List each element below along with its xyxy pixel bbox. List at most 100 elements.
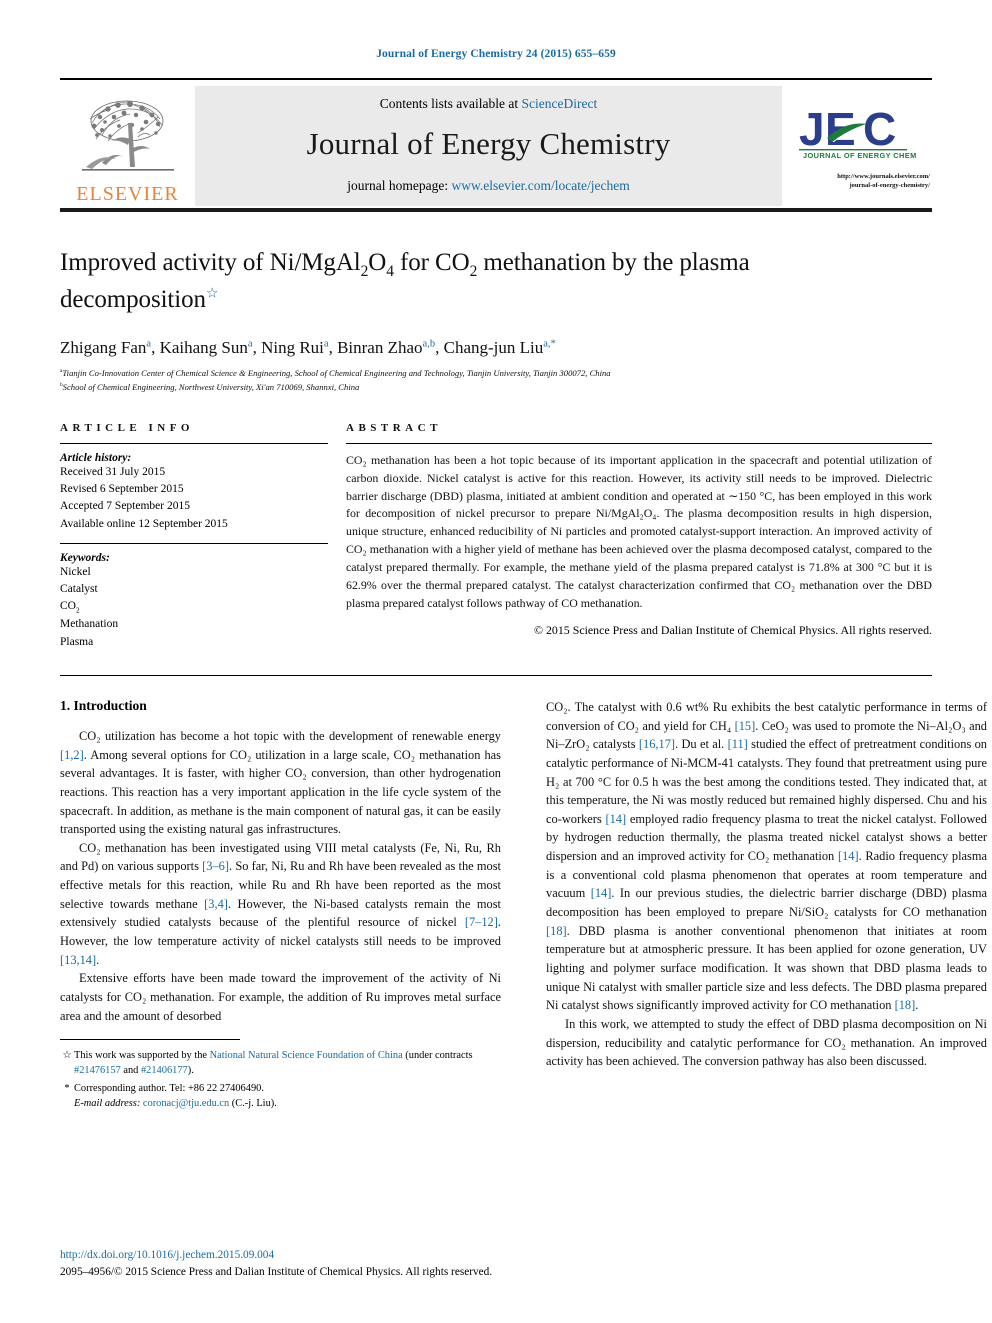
email-link[interactable]: coronacj@tju.edu.cn <box>143 1098 229 1109</box>
keyword-item: Catalyst <box>60 583 98 596</box>
article-history-item: Accepted 7 September 2015 <box>60 500 190 513</box>
author-affil-mark: a,b <box>422 338 436 350</box>
left-column: 1. Introduction CO₂ utilization has beco… <box>60 698 501 1113</box>
article-history-item: Available online 12 September 2015 <box>60 517 228 530</box>
author-sep: , <box>252 338 262 358</box>
journal-homepage-link[interactable]: www.elsevier.com/locate/jechem <box>451 178 629 193</box>
masthead-top-rule <box>60 78 932 80</box>
author-list: Zhigang Fana, Kaihang Suna, Ning Ruia, B… <box>60 338 932 358</box>
funding-agency-link[interactable]: National Natural Science Foundation of C… <box>210 1050 403 1061</box>
title-footnote-star-icon[interactable]: ☆ <box>206 286 219 301</box>
footnote-mark-asterisk-icon: * <box>64 1082 70 1094</box>
author-name: Kaihang Sun <box>159 338 248 358</box>
footnote-mark-star-icon: ☆ <box>62 1050 72 1062</box>
sciencedirect-link[interactable]: ScienceDirect <box>522 96 598 111</box>
abstract-copyright: © 2015 Science Press and Dalian Institut… <box>533 622 932 637</box>
citation-ref[interactable]: [14] <box>591 886 612 900</box>
keywords-rule <box>60 542 328 544</box>
citation-ref[interactable]: [15] <box>735 719 756 733</box>
jec-logo-icon: J E C JOURNAL OF ENERGY CHEMISTRY <box>799 105 917 160</box>
abstract-heading: ABSTRACT <box>346 421 442 434</box>
jec-url-line1: http://www.journals.elsevier.com/ <box>837 173 930 181</box>
citation-ref[interactable]: [7–12] <box>465 915 498 929</box>
title-part-4: methanation by the plasma <box>477 249 750 276</box>
affiliation-item: aTianjin Co-Innovation Center of Chemica… <box>60 367 932 380</box>
author-sep: , <box>328 338 338 358</box>
citation-ref[interactable]: [14] <box>605 812 626 826</box>
doi-link[interactable]: http://dx.doi.org/10.1016/j.jechem.2015.… <box>60 1247 492 1264</box>
issn-copyright-line: 2095–4956/© 2015 Science Press and Dalia… <box>60 1266 493 1279</box>
title-part-2: O <box>368 249 387 276</box>
section-heading-introduction: 1. Introduction <box>60 697 147 713</box>
affiliation-item: bSchool of Chemical Engineering, Northwe… <box>60 381 932 394</box>
journal-title: Journal of Energy Chemistry <box>306 126 671 161</box>
title-part-5: decomposition <box>60 285 206 313</box>
author-item[interactable]: Zhigang Fana <box>60 338 151 357</box>
keyword-item: CO2 <box>60 600 80 615</box>
article-history-item: Revised 6 September 2015 <box>60 483 184 496</box>
footnote-item-corresponding: * Corresponding author. Tel: +86 22 2740… <box>60 1081 501 1111</box>
paragraph: Extensive efforts have been made toward … <box>60 971 501 1023</box>
author-name: Zhigang Fan <box>60 338 147 358</box>
right-column: CO₂. The catalyst with 0.6 wt% Ru exhibi… <box>546 698 987 1113</box>
elsevier-logo: ELSEVIER <box>60 86 195 206</box>
corresponding-author-line: Corresponding author. Tel: +86 22 274064… <box>74 1082 264 1094</box>
grant-number-2[interactable]: #21406177 <box>141 1065 188 1076</box>
svg-text:J: J <box>799 105 824 155</box>
citation-ref[interactable]: [3,4] <box>204 897 228 911</box>
affiliation-text: Tianjin Co-Innovation Center of Chemical… <box>62 368 611 379</box>
author-affil-mark: a,* <box>543 338 556 350</box>
footnote-text: Corresponding author. Tel: +86 22 274064… <box>74 1081 501 1111</box>
abstract-rule <box>346 442 932 444</box>
title-part-3: for CO <box>393 249 470 276</box>
body-columns: 1. Introduction CO₂ utilization has beco… <box>60 698 987 1113</box>
author-name: Binran Zhao <box>337 338 423 358</box>
citation-ref[interactable]: [14] <box>838 849 859 863</box>
article-info-heading: ARTICLE INFO <box>60 421 194 434</box>
author-item[interactable]: Ning Ruia <box>261 338 329 357</box>
homepage-prefix: journal homepage: <box>347 178 452 193</box>
funding-between: and <box>120 1065 141 1077</box>
author-item[interactable]: Kaihang Suna <box>160 338 253 357</box>
citation-ref[interactable]: [16,17] <box>639 737 675 751</box>
keywords-label: Keywords: <box>60 551 110 564</box>
email-label: E-mail address: <box>74 1097 141 1109</box>
page-footer: http://dx.doi.org/10.1016/j.jechem.2015.… <box>60 1247 492 1281</box>
citation-ref[interactable]: [18] <box>895 998 916 1012</box>
funding-pre: This work was supported by the <box>74 1050 210 1062</box>
affiliation-text: School of Chemical Engineering, Northwes… <box>62 381 360 392</box>
journal-masthead: ELSEVIER Contents lists available at Sci… <box>60 86 932 206</box>
jec-url[interactable]: http://www.journals.elsevier.com/ journa… <box>780 173 934 191</box>
citation-ref[interactable]: [11] <box>728 737 748 751</box>
author-sep: , <box>151 338 160 358</box>
citation-ref[interactable]: [13,14] <box>60 953 96 967</box>
journal-homepage-line: journal homepage: www.elsevier.com/locat… <box>347 178 630 194</box>
title-part-1: Improved activity of Ni/MgAl <box>60 249 361 276</box>
svg-text:JOURNAL OF ENERGY CHEMISTRY: JOURNAL OF ENERGY CHEMISTRY <box>803 151 917 160</box>
paragraph: CO₂. The catalyst with 0.6 wt% Ru exhibi… <box>546 699 987 1013</box>
author-sep: , <box>435 338 444 358</box>
citation-ref[interactable]: [1,2] <box>60 748 84 762</box>
email-suffix: (C.-j. Liu). <box>229 1097 277 1109</box>
funding-mid: (under contracts <box>402 1050 473 1062</box>
paragraph: CO₂ methanation has been investigated us… <box>60 840 501 967</box>
grant-number-1[interactable]: #21476157 <box>74 1065 121 1076</box>
elsevier-tree-icon <box>81 100 174 171</box>
abstract-text: CO₂ methanation has been a hot topic bec… <box>346 452 932 610</box>
paper-page: Journal of Energy Chemistry 24 (2015) 65… <box>0 0 992 1323</box>
author-name: Ning Rui <box>261 338 324 358</box>
svg-text:C: C <box>863 105 895 155</box>
article-history-label: Article history: <box>60 451 132 464</box>
article-info-rule <box>60 442 328 444</box>
author-name: Chang-jun Liu <box>443 338 544 358</box>
abstract-column: ABSTRACT CO₂ methanation has been a hot … <box>346 422 932 651</box>
jec-logo-block: J E C JOURNAL OF ENERGY CHEMISTRY http:/… <box>782 86 932 206</box>
author-item[interactable]: Binran Zhaoa,b <box>337 338 435 357</box>
footnote-separator <box>60 1039 240 1041</box>
paragraph: CO₂ utilization has become a hot topic w… <box>60 728 501 837</box>
affiliation-list: aTianjin Co-Innovation Center of Chemica… <box>60 367 932 394</box>
citation-ref[interactable]: [3–6] <box>202 859 229 873</box>
author-item[interactable]: Chang-jun Liua,* <box>444 338 556 357</box>
keyword-item: Plasma <box>60 635 94 648</box>
citation-ref[interactable]: [18] <box>546 924 567 938</box>
